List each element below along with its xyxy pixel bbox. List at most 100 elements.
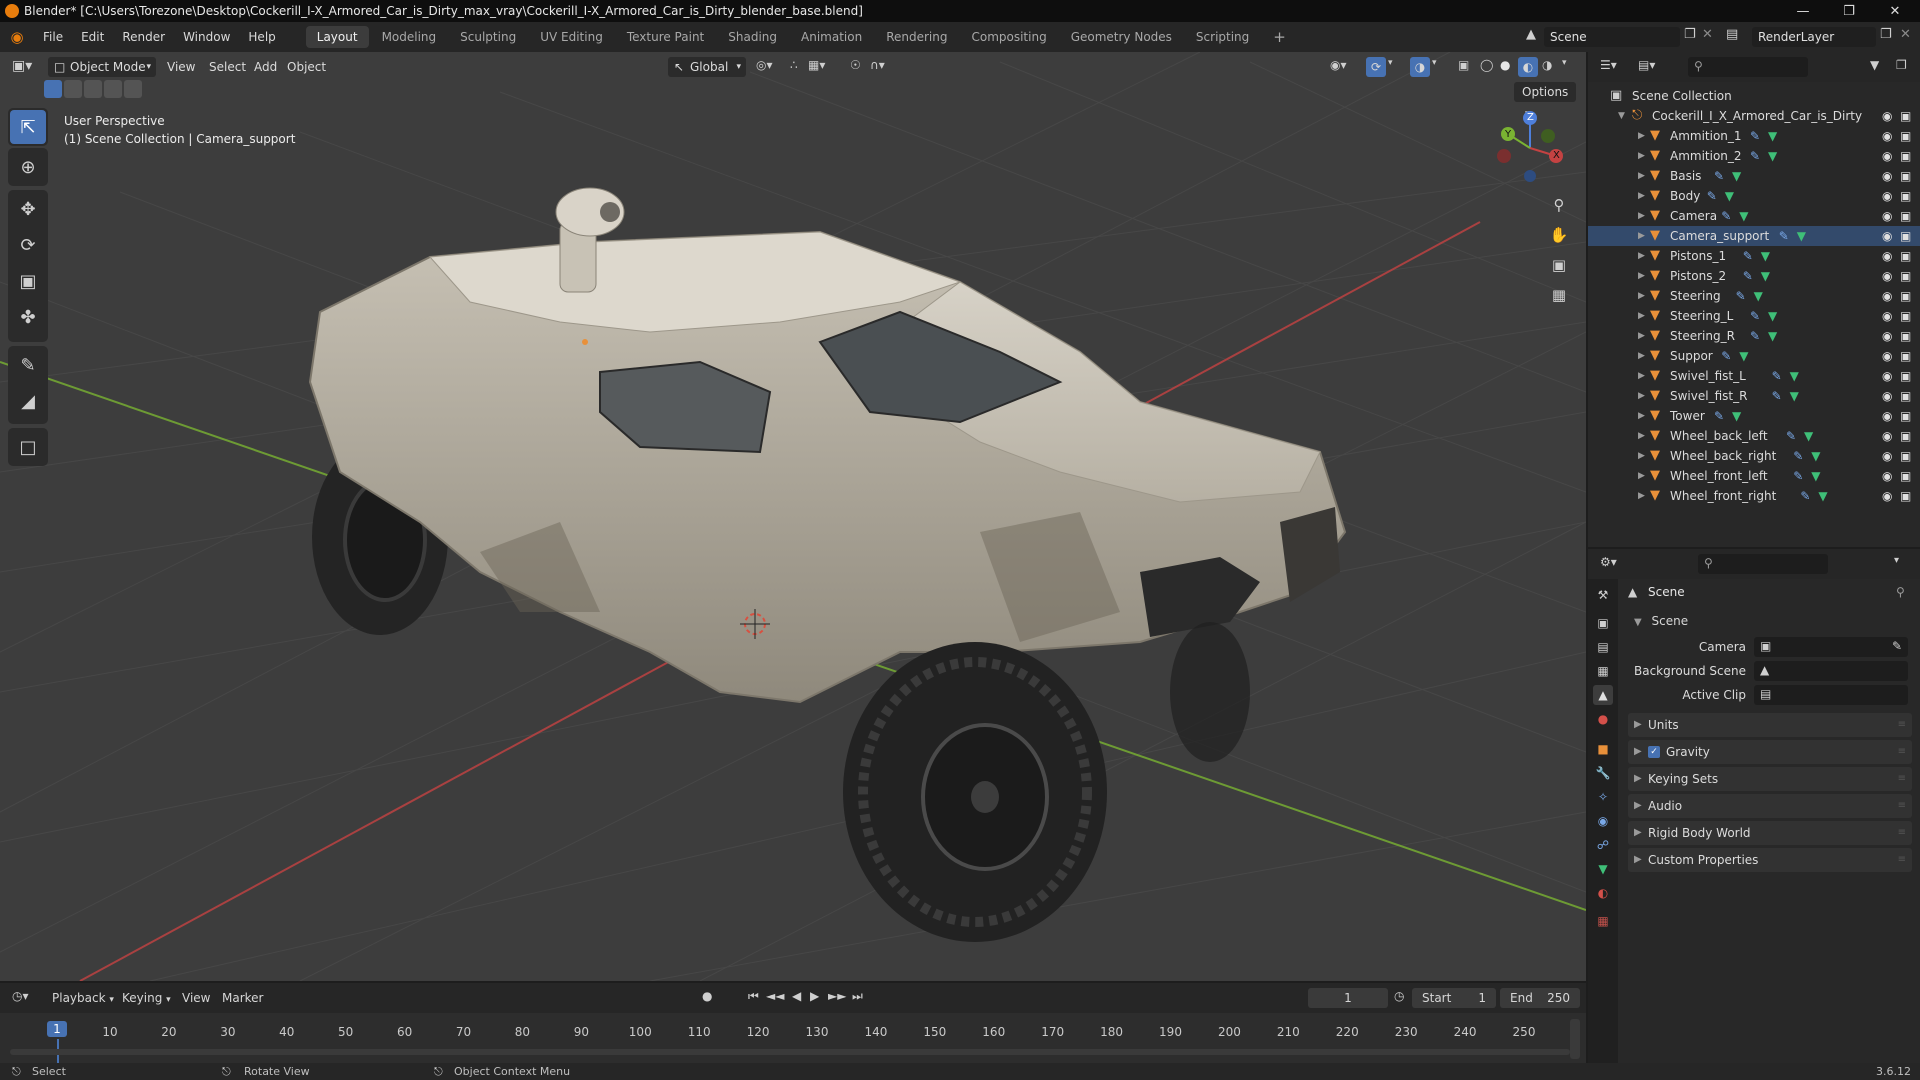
- expand-triangle-icon[interactable]: ▶: [1638, 466, 1645, 486]
- select-extend-icon[interactable]: [64, 80, 82, 98]
- tab-geometry-nodes[interactable]: Geometry Nodes: [1060, 26, 1183, 48]
- outliner-row-object[interactable]: ▶ ▼ Ammition_1 ✎ ▼ ◉ ▣: [1588, 126, 1920, 146]
- panel-units[interactable]: ▶ Units ≡: [1628, 713, 1912, 737]
- mesh-data-icon[interactable]: ▼: [1739, 206, 1748, 226]
- timeline-menu-keying[interactable]: Keying ▾: [122, 983, 171, 1015]
- viewport-scene-canvas[interactable]: [0, 52, 1586, 981]
- render-tab-icon[interactable]: ▣: [1593, 613, 1613, 633]
- visibility-eye-icon[interactable]: ◉: [1882, 406, 1892, 426]
- menu-edit[interactable]: Edit: [72, 22, 113, 52]
- outliner-row-collection[interactable]: ▼ ⎋ Cockerill_I_X_Armored_Car_is_Dirty ◉…: [1588, 106, 1920, 126]
- properties-search-input[interactable]: ⚲: [1698, 554, 1828, 574]
- modifier-wrench-icon[interactable]: ✎: [1743, 246, 1753, 266]
- drag-handle-icon[interactable]: ≡: [1898, 767, 1906, 791]
- cursor-tool-icon[interactable]: ⊕: [10, 150, 46, 184]
- expand-triangle-icon[interactable]: ▶: [1638, 286, 1645, 306]
- chevron-down-icon[interactable]: ▾: [1562, 58, 1567, 68]
- mesh-data-icon[interactable]: ▼: [1768, 306, 1777, 326]
- editor-type-icon[interactable]: ▣▾: [12, 58, 32, 74]
- add-workspace-button[interactable]: +: [1262, 26, 1297, 48]
- mesh-data-icon[interactable]: ▼: [1768, 326, 1777, 346]
- start-frame-field[interactable]: Start 1: [1412, 988, 1496, 1008]
- modifier-wrench-icon[interactable]: ✎: [1750, 306, 1760, 326]
- timeline-menu-marker[interactable]: Marker: [222, 983, 263, 1013]
- mesh-data-icon[interactable]: ▼: [1761, 246, 1770, 266]
- mesh-data-icon[interactable]: ▼: [1790, 386, 1799, 406]
- visibility-eye-icon[interactable]: ◉: [1882, 186, 1892, 206]
- render-camera-icon[interactable]: ▣: [1900, 206, 1911, 226]
- mesh-data-icon[interactable]: ▼: [1768, 146, 1777, 166]
- visibility-eye-icon[interactable]: ◉: [1882, 146, 1892, 166]
- modifier-wrench-icon[interactable]: ✎: [1793, 466, 1803, 486]
- visibility-eye-icon[interactable]: ◉: [1882, 126, 1892, 146]
- outliner-row-scene-collection[interactable]: ▣ Scene Collection: [1588, 86, 1920, 106]
- visibility-eye-icon[interactable]: ◉: [1882, 366, 1892, 386]
- modifier-wrench-icon[interactable]: ✎: [1772, 386, 1782, 406]
- render-camera-icon[interactable]: ▣: [1900, 186, 1911, 206]
- viewport-menu-add[interactable]: Add: [254, 52, 277, 82]
- expand-triangle-icon[interactable]: ▶: [1638, 486, 1645, 506]
- filter-icon[interactable]: ▼: [1870, 58, 1879, 72]
- zoom-view-icon[interactable]: ⚲: [1546, 192, 1572, 218]
- expand-triangle-icon[interactable]: ▶: [1638, 246, 1645, 266]
- menu-file[interactable]: File: [34, 22, 72, 52]
- modifier-wrench-icon[interactable]: ✎: [1772, 366, 1782, 386]
- outliner-row-object[interactable]: ▶ ▼ Ammition_2 ✎ ▼ ◉ ▣: [1588, 146, 1920, 166]
- visibility-eye-icon[interactable]: ◉: [1882, 286, 1892, 306]
- expand-triangle-icon[interactable]: ▶: [1638, 126, 1645, 146]
- new-view-layer-icon[interactable]: ❐: [1880, 27, 1892, 42]
- select-new-icon[interactable]: [44, 80, 62, 98]
- camera-view-icon[interactable]: ▣: [1546, 252, 1572, 278]
- world-tab-icon[interactable]: ●: [1593, 709, 1613, 729]
- outliner-row-object[interactable]: ▶ ▼ Pistons_2 ✎ ▼ ◉ ▣: [1588, 266, 1920, 286]
- panel-custom-properties[interactable]: ▶ Custom Properties ≡: [1628, 848, 1912, 872]
- transform-orientation-dropdown[interactable]: ↖ Global ▾: [668, 57, 746, 77]
- modifier-wrench-icon[interactable]: ✎: [1714, 166, 1724, 186]
- visibility-eye-icon[interactable]: ◉: [1882, 446, 1892, 466]
- outliner-row-object[interactable]: ▶ ▼ Wheel_front_left ✎ ▼ ◉ ▣: [1588, 466, 1920, 486]
- outliner-search-input[interactable]: ⚲: [1688, 57, 1808, 77]
- tab-animation[interactable]: Animation: [790, 26, 873, 48]
- tab-uv-editing[interactable]: UV Editing: [529, 26, 614, 48]
- visibility-eye-icon[interactable]: ◉: [1882, 466, 1892, 486]
- close-icon[interactable]: ✕: [1872, 0, 1918, 22]
- drag-handle-icon[interactable]: ≡: [1898, 713, 1906, 737]
- annotate-tool-icon[interactable]: ✎: [10, 348, 46, 382]
- outliner-row-object[interactable]: ▶ ▼ Swivel_fist_L ✎ ▼ ◉ ▣: [1588, 366, 1920, 386]
- blender-menu-icon[interactable]: ◉: [0, 28, 34, 46]
- menu-render[interactable]: Render: [113, 22, 174, 52]
- expand-triangle-icon[interactable]: ▶: [1638, 386, 1645, 406]
- outliner-editor-icon[interactable]: ☰▾: [1600, 58, 1617, 72]
- expand-triangle-icon[interactable]: ▶: [1638, 306, 1645, 326]
- render-camera-icon[interactable]: ▣: [1900, 226, 1911, 246]
- 3d-viewport[interactable]: ▣▾ Object Mode □ ▾ View Select Add Objec…: [0, 52, 1586, 981]
- render-camera-icon[interactable]: ▣: [1900, 426, 1911, 446]
- expand-triangle-icon[interactable]: ▶: [1638, 146, 1645, 166]
- rotate-tool-icon[interactable]: ⟳: [10, 228, 46, 262]
- expand-triangle-icon[interactable]: ▶: [1638, 206, 1645, 226]
- expand-triangle-icon[interactable]: ▶: [1638, 426, 1645, 446]
- modifier-wrench-icon[interactable]: ✎: [1743, 266, 1753, 286]
- tab-modeling[interactable]: Modeling: [371, 26, 448, 48]
- select-subtract-icon[interactable]: [84, 80, 102, 98]
- current-frame-field[interactable]: 1: [1308, 988, 1388, 1008]
- modifier-wrench-icon[interactable]: ✎: [1750, 146, 1760, 166]
- gizmo-toggle-icon[interactable]: ⟳: [1366, 57, 1386, 77]
- object-tab-icon[interactable]: ■: [1593, 739, 1613, 759]
- render-camera-icon[interactable]: ▣: [1900, 246, 1911, 266]
- visibility-eye-icon[interactable]: ◉: [1882, 266, 1892, 286]
- restore-icon[interactable]: ❐: [1826, 0, 1872, 22]
- snap-target-icon[interactable]: ▦▾: [808, 58, 825, 72]
- mesh-data-icon[interactable]: ▼: [1732, 166, 1741, 186]
- pivot-point-icon[interactable]: ◎▾: [756, 58, 773, 72]
- outliner-row-object[interactable]: ▶ ▼ Tower ✎ ▼ ◉ ▣: [1588, 406, 1920, 426]
- collapse-triangle-icon[interactable]: ▼: [1618, 106, 1625, 126]
- select-invert-icon[interactable]: [104, 80, 122, 98]
- expand-triangle-icon[interactable]: ▶: [1638, 326, 1645, 346]
- chevron-down-icon[interactable]: ▾: [1388, 58, 1393, 68]
- tab-scripting[interactable]: Scripting: [1185, 26, 1260, 48]
- playhead-frame-indicator[interactable]: 1: [47, 1021, 67, 1037]
- proportional-edit-icon[interactable]: ☉: [850, 58, 861, 72]
- expand-triangle-icon[interactable]: ▶: [1638, 446, 1645, 466]
- render-camera-icon[interactable]: ▣: [1900, 126, 1911, 146]
